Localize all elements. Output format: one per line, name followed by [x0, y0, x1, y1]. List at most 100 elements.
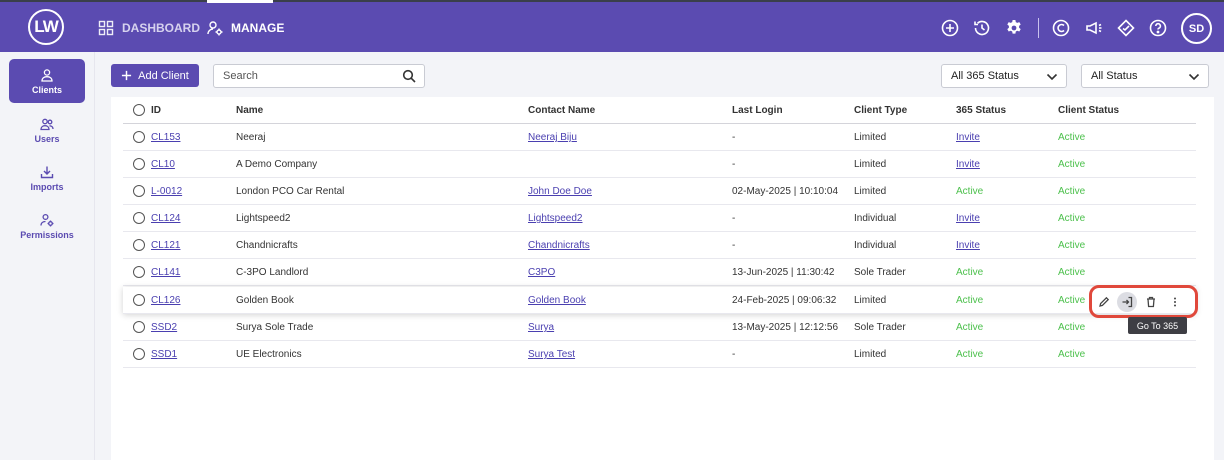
client-id-link[interactable]: CL141	[151, 267, 180, 278]
client-status: Active	[1058, 132, 1086, 143]
app-logo[interactable]: LW	[28, 9, 64, 45]
contact-name-link[interactable]: Lightspeed2	[528, 213, 583, 224]
contact-name-link[interactable]: Surya Test	[528, 349, 575, 360]
client-type: Limited	[854, 186, 887, 197]
client-name: Lightspeed2	[236, 213, 291, 224]
contact-name-link[interactable]: C3PO	[528, 267, 555, 278]
header-client-type[interactable]: Client Type	[854, 105, 907, 116]
sidebar-item-imports[interactable]: Imports	[9, 156, 85, 200]
user-icon	[41, 68, 53, 82]
client-name: C-3PO Landlord	[236, 267, 309, 278]
nav-dashboard[interactable]: DASHBOARD	[98, 16, 200, 40]
table-row[interactable]: CL121 Chandnicrafts Chandnicrafts - Indi…	[123, 232, 1196, 259]
search-input[interactable]: Search	[213, 64, 425, 88]
gear-icon[interactable]	[1004, 18, 1024, 38]
megaphone-icon[interactable]	[1084, 18, 1104, 38]
client-name: London PCO Car Rental	[236, 186, 345, 197]
go-to-365-icon[interactable]	[1117, 292, 1137, 312]
delete-icon[interactable]	[1141, 292, 1161, 312]
row-checkbox[interactable]	[133, 321, 145, 333]
sidebar: Clients Users Imports Permissions	[0, 52, 95, 460]
filter-365-status-select[interactable]: All 365 Status	[941, 64, 1067, 88]
row-checkbox[interactable]	[133, 266, 145, 278]
client-status: Active	[1058, 240, 1086, 251]
table-row[interactable]: CL124 Lightspeed2 Lightspeed2 - Individu…	[123, 205, 1196, 232]
history-icon[interactable]	[972, 18, 992, 38]
invite-link[interactable]: Invite	[956, 240, 980, 251]
chevron-down-icon	[1046, 73, 1058, 81]
invite-link[interactable]: Invite	[956, 132, 980, 143]
client-type: Sole Trader	[854, 322, 906, 333]
table-row[interactable]: SSD1 UE Electronics Surya Test - Limited…	[123, 341, 1196, 368]
contact-name-link[interactable]: John Doe Doe	[528, 186, 592, 197]
nav-manage[interactable]: MANAGE	[207, 0, 284, 40]
header-id[interactable]: ID	[151, 105, 161, 116]
select-all-checkbox[interactable]	[133, 104, 145, 116]
client-id-link[interactable]: CL124	[151, 213, 180, 224]
diamond-icon[interactable]	[1116, 18, 1136, 38]
header-last-login[interactable]: Last Login	[732, 105, 783, 116]
client-status: Active	[1058, 322, 1086, 333]
last-login: 13-May-2025 | 12:12:56	[732, 322, 839, 333]
row-checkbox[interactable]	[133, 294, 145, 306]
client-id-link[interactable]: CL153	[151, 132, 180, 143]
contact-name-link[interactable]: Golden Book	[528, 295, 586, 306]
search-icon[interactable]	[402, 69, 416, 83]
filter-client-status-select[interactable]: All Status	[1081, 64, 1209, 88]
table-row[interactable]: CL141 C-3PO Landlord C3PO 13-Jun-2025 | …	[123, 259, 1196, 286]
user-avatar[interactable]: SD	[1181, 13, 1212, 44]
invite-link[interactable]: Invite	[956, 213, 980, 224]
go-to-365-tooltip: Go To 365	[1128, 317, 1187, 334]
row-checkbox[interactable]	[133, 239, 145, 251]
365-status: Active	[956, 295, 984, 306]
add-client-button[interactable]: Add Client	[111, 64, 199, 87]
365-status: Active	[956, 322, 984, 333]
header-365-status[interactable]: 365 Status	[956, 105, 1006, 116]
row-checkbox[interactable]	[133, 185, 145, 197]
table-row[interactable]: CL10 A Demo Company - Limited Invite Act…	[123, 151, 1196, 178]
contact-name-link[interactable]: Chandnicrafts	[528, 240, 590, 251]
row-checkbox[interactable]	[133, 158, 145, 170]
sidebar-item-label: Users	[34, 133, 60, 144]
client-id-link[interactable]: CL10	[151, 159, 175, 170]
more-vertical-icon[interactable]	[1165, 292, 1185, 312]
header-client-status[interactable]: Client Status	[1058, 105, 1119, 116]
row-checkbox[interactable]	[133, 348, 145, 360]
365-status: Active	[956, 186, 984, 197]
client-id-link[interactable]: CL126	[151, 295, 180, 306]
edit-icon[interactable]	[1094, 292, 1114, 312]
client-name: Surya Sole Trade	[236, 322, 314, 333]
sidebar-item-label: Imports	[30, 181, 64, 192]
last-login: -	[732, 240, 736, 251]
row-checkbox[interactable]	[133, 212, 145, 224]
client-name: A Demo Company	[236, 159, 318, 170]
last-login: 13-Jun-2025 | 11:30:42	[732, 267, 835, 278]
sidebar-item-clients[interactable]: Clients	[9, 59, 85, 103]
invite-link[interactable]: Invite	[956, 159, 980, 170]
client-id-link[interactable]: SSD2	[151, 322, 177, 333]
sidebar-item-users[interactable]: Users	[9, 108, 85, 152]
table-row[interactable]: CL153 Neeraj Neeraj Biju - Limited Invit…	[123, 124, 1196, 151]
table-row[interactable]: L-0012 London PCO Car Rental John Doe Do…	[123, 178, 1196, 205]
contact-name-link[interactable]: Surya	[528, 322, 554, 333]
header-contact-name[interactable]: Contact Name	[528, 105, 595, 116]
row-checkbox[interactable]	[133, 131, 145, 143]
client-name: Chandnicrafts	[236, 240, 298, 251]
client-id-link[interactable]: SSD1	[151, 349, 177, 360]
c-logo-icon[interactable]	[1051, 18, 1071, 38]
client-status: Active	[1058, 267, 1086, 278]
active-tab-indicator	[207, 0, 273, 3]
nav-dashboard-label: DASHBOARD	[122, 21, 200, 35]
add-circle-icon[interactable]	[940, 18, 960, 38]
search-placeholder: Search	[223, 70, 258, 82]
table-header: ID Name Contact Name Last Login Client T…	[123, 97, 1196, 124]
topbar-divider	[1038, 18, 1039, 38]
table-row[interactable]: SSD2 Surya Sole Trade Surya 13-May-2025 …	[123, 314, 1196, 341]
client-id-link[interactable]: CL121	[151, 240, 180, 251]
client-id-link[interactable]: L-0012	[151, 186, 182, 197]
sidebar-item-permissions[interactable]: Permissions	[9, 204, 85, 248]
contact-name-link[interactable]: Neeraj Biju	[528, 132, 577, 143]
header-name[interactable]: Name	[236, 105, 263, 116]
help-icon[interactable]	[1148, 18, 1168, 38]
table-row-hovered[interactable]: CL126 Golden Book Golden Book 24-Feb-202…	[123, 287, 1196, 314]
